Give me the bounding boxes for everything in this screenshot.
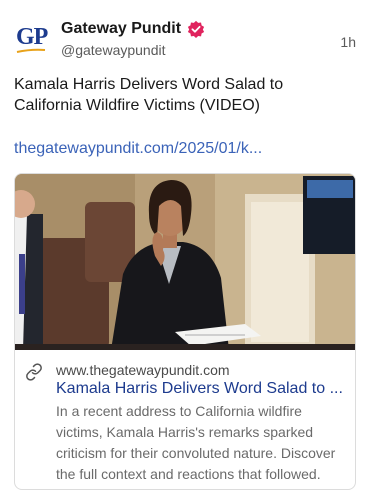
author-handle[interactable]: @gatewaypundit — [61, 42, 166, 58]
social-post: GP Gateway Pundit @gatewaypundit 1h Kama… — [0, 0, 370, 500]
card-thumbnail-image[interactable] — [15, 174, 356, 350]
avatar[interactable]: GP — [14, 20, 50, 56]
card-title[interactable]: Kamala Harris Delivers Word Salad to ... — [56, 380, 348, 398]
card-domain: www.thegatewaypundit.com — [56, 362, 230, 378]
verified-badge-icon — [187, 20, 205, 38]
post-timestamp[interactable]: 1h — [340, 34, 356, 50]
avatar-logo-text: GP — [16, 24, 48, 50]
card-meta: www.thegatewaypundit.com Kamala Harris D… — [15, 350, 355, 489]
link-icon — [26, 363, 42, 381]
post-text: Kamala Harris Delivers Word Salad to Cal… — [14, 76, 284, 114]
post-header: GP Gateway Pundit @gatewaypundit 1h — [14, 14, 356, 64]
author-name[interactable]: Gateway Pundit — [61, 20, 181, 38]
avatar-swoosh-icon — [16, 48, 46, 53]
link-preview-card[interactable]: www.thegatewaypundit.com Kamala Harris D… — [14, 173, 356, 490]
card-description: In a recent address to California wildfi… — [56, 403, 336, 482]
post-link[interactable]: thegatewaypundit.com/2025/01/k... — [14, 140, 262, 158]
author-name-row: Gateway Pundit — [61, 20, 205, 38]
